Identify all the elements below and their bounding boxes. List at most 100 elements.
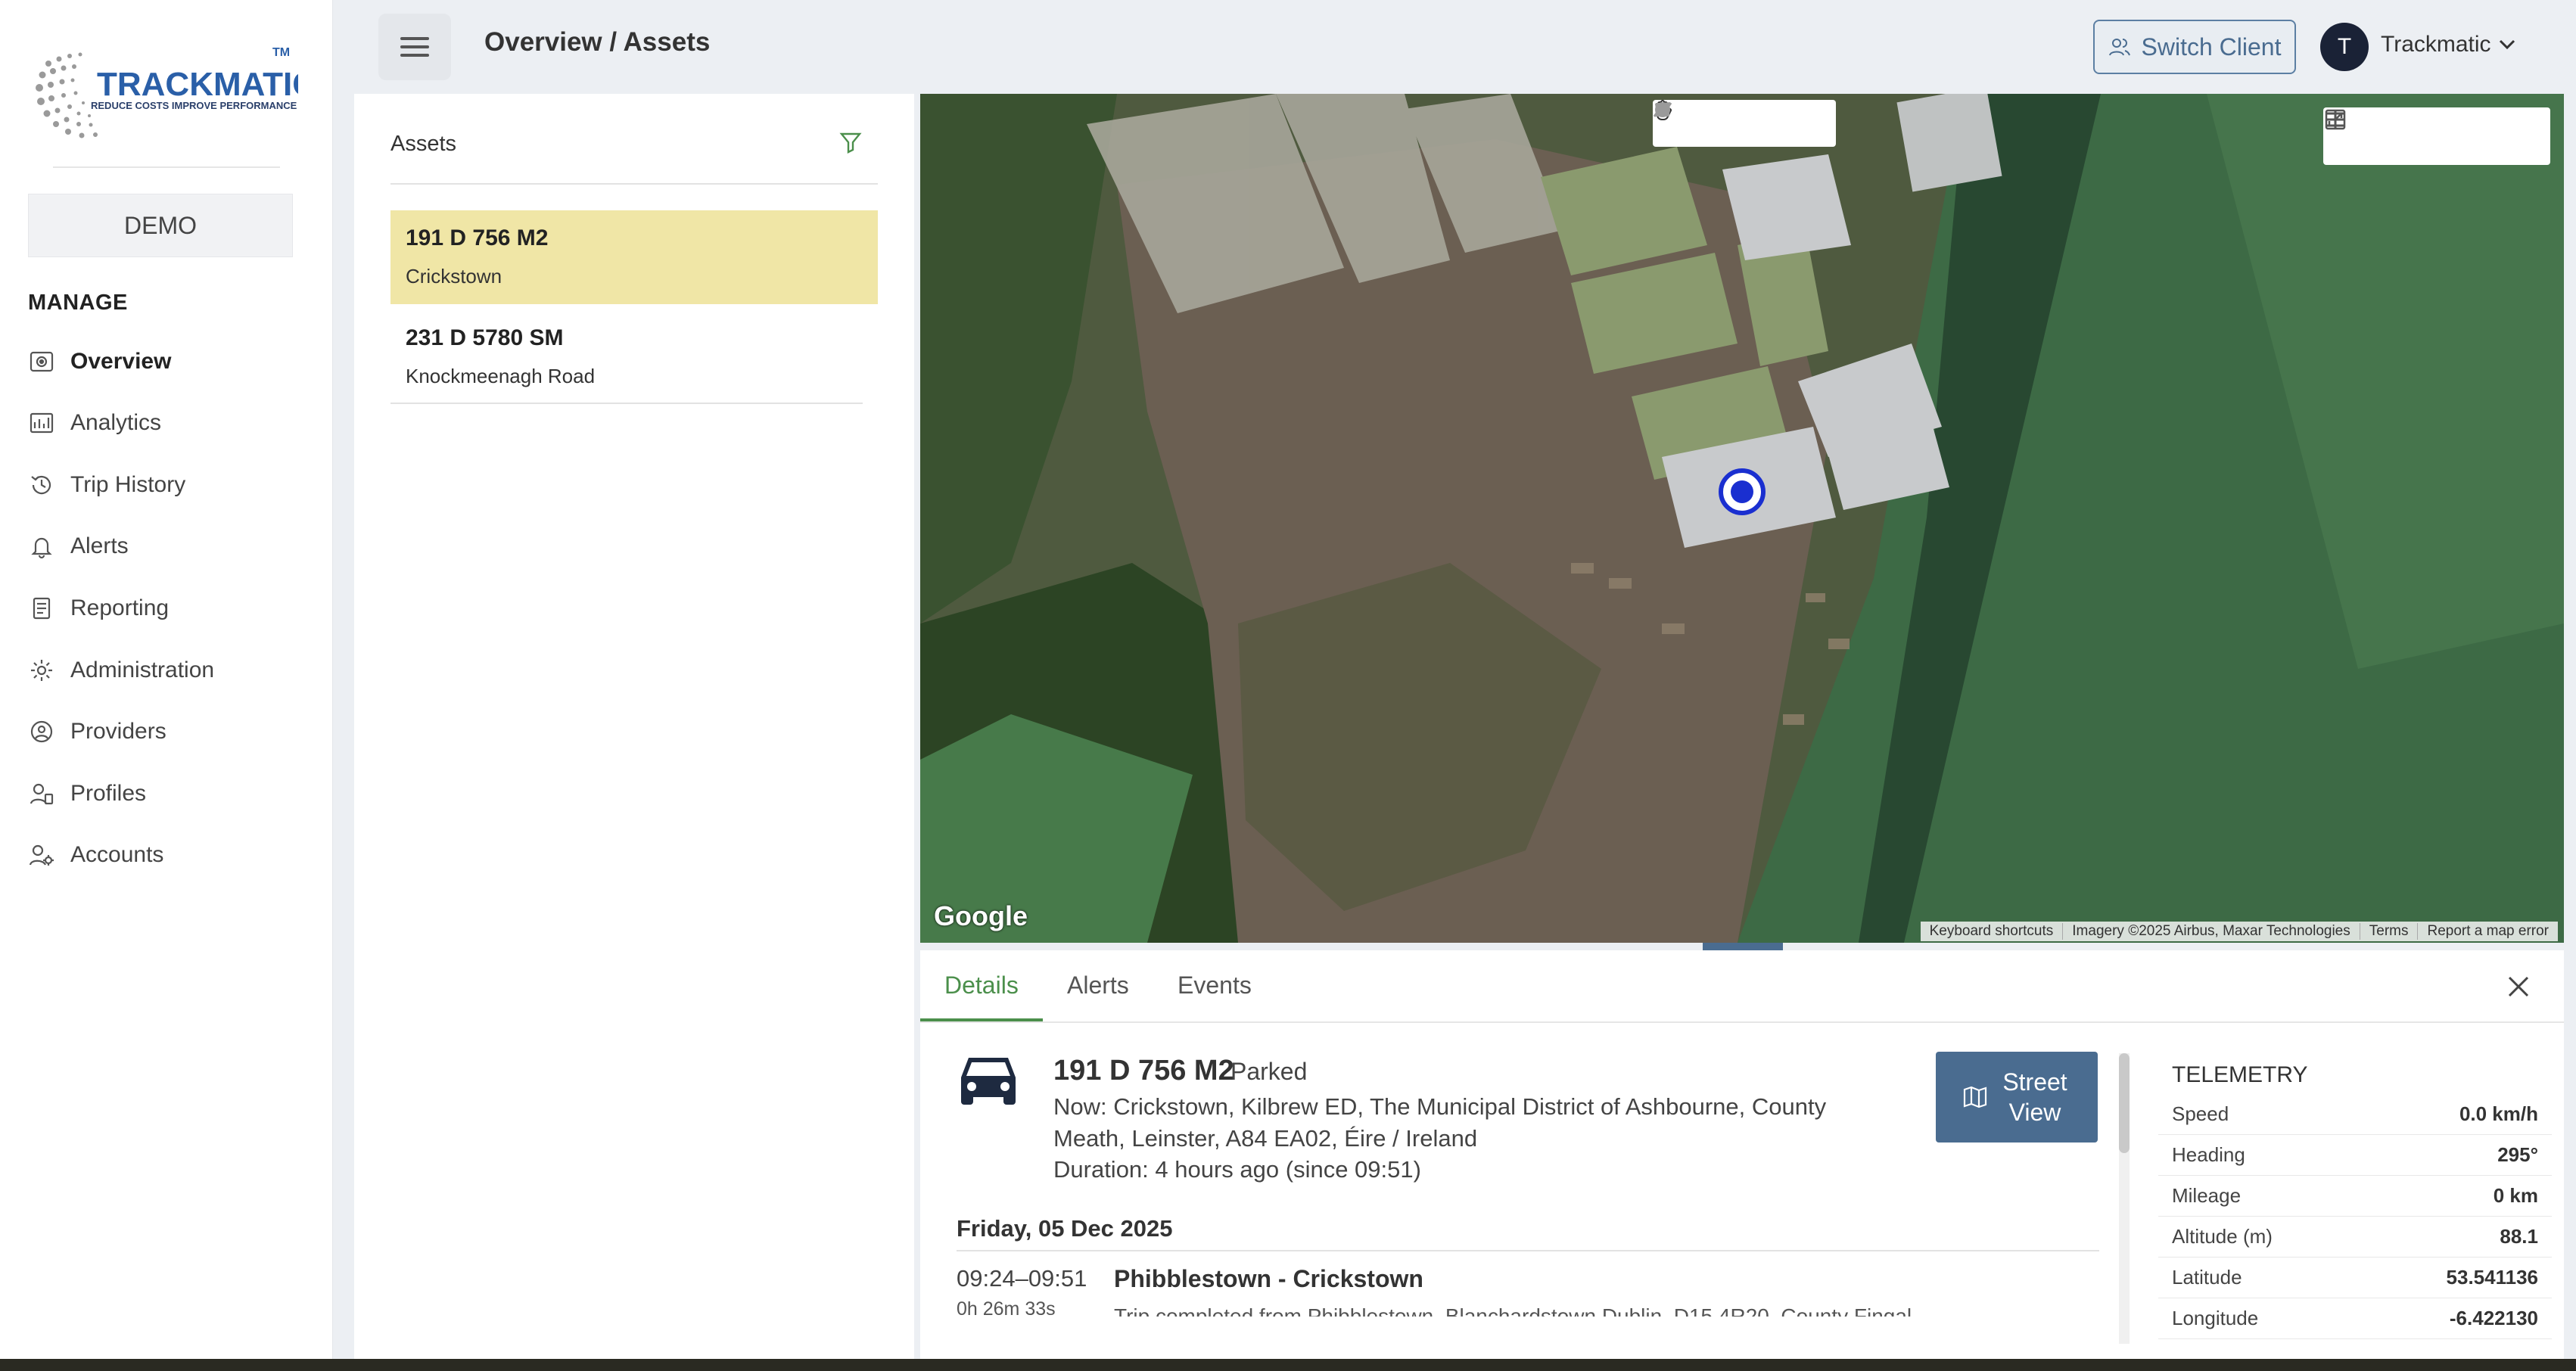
street-view-label: Street View [2002, 1068, 2067, 1126]
history-icon [28, 471, 55, 499]
menu-toggle-button[interactable] [378, 14, 451, 80]
imagery-credit: Imagery ©2025 Airbus, Maxar Technologies [2062, 923, 2359, 940]
line-tool-icon[interactable] [1653, 102, 1792, 137]
profile-icon [28, 780, 55, 807]
svg-text:TM: TM [272, 46, 290, 59]
trip-title[interactable]: Phibblestown - Crickstown [1114, 1265, 1423, 1293]
fullscreen-icon[interactable] [2325, 109, 2484, 155]
keyboard-shortcuts-link[interactable]: Keyboard shortcuts [1921, 923, 2063, 940]
telemetry-value: 53.541136 [2446, 1266, 2538, 1289]
sidebar-item-label: Profiles [70, 781, 147, 806]
sidebar-item-trip-history[interactable]: Trip History [28, 462, 185, 508]
map-view[interactable]: Google Keyboard shortcuts Imagery ©2025 … [920, 94, 2564, 943]
overview-icon [28, 348, 55, 375]
rectangle-tool-icon[interactable] [1656, 103, 1826, 137]
sidebar-item-label: Providers [70, 719, 166, 744]
filter-icon[interactable] [838, 130, 863, 158]
tab-events[interactable]: Events [1178, 972, 1252, 999]
trackmatic-logo: TRACKMATIC TM REDUCE COSTS IMPROVE PERFO… [26, 33, 316, 154]
details-tabs: Details Alerts Events [920, 950, 2564, 1023]
details-scrollbar[interactable] [2119, 1053, 2130, 1344]
terms-link[interactable]: Terms [2359, 923, 2418, 940]
report-error-link[interactable]: Report a map error [2417, 923, 2558, 940]
asset-name: 231 D 5780 SM [406, 325, 564, 350]
sidebar-item-reporting[interactable]: Reporting [28, 586, 169, 631]
user-name[interactable]: Trackmatic [2381, 32, 2491, 58]
avatar[interactable]: T [2320, 23, 2369, 71]
switch-client-button[interactable]: Switch Client [2093, 20, 2296, 74]
telemetry-label: Speed [2172, 1102, 2229, 1125]
zoom-out-icon[interactable] [2327, 117, 2428, 155]
client-name[interactable]: DEMO [28, 194, 293, 257]
scrollbar-thumb[interactable] [2119, 1053, 2130, 1153]
asset-marker-dot [1731, 480, 1753, 503]
gear-icon [28, 657, 55, 684]
analytics-icon [28, 409, 55, 437]
telemetry-label: Longitude [2172, 1307, 2259, 1329]
trip-description: Trip completed from Phibblestown, Blanch… [1114, 1304, 1912, 1317]
sidebar-item-administration[interactable]: Administration [28, 648, 214, 693]
telemetry-value: 0.0 km/h [2459, 1102, 2538, 1125]
drawing-toolbar [1653, 100, 1836, 147]
users-icon [2108, 39, 2130, 56]
assets-panel: Assets 191 D 756 M2 Crickstown 231 D 578… [354, 94, 914, 1359]
sidebar-item-analytics[interactable]: Analytics [28, 400, 161, 446]
telemetry-row-longitude: Longitude -6.422130 [2158, 1298, 2552, 1339]
status-badge: Parked [1230, 1058, 1308, 1085]
tab-alerts[interactable]: Alerts [1067, 972, 1129, 999]
sidebar-item-alerts[interactable]: Alerts [28, 524, 129, 569]
tab-details[interactable]: Details [944, 972, 1019, 999]
telemetry-value: 295° [2497, 1143, 2538, 1166]
current-address: Now: Crickstown, Kilbrew ED, The Municip… [1053, 1093, 1827, 1152]
map-icon [1963, 1086, 1987, 1108]
panel-resize-handle[interactable] [1703, 943, 1783, 950]
sidebar-item-label: Reporting [70, 595, 170, 620]
trip-time: 09:24–09:51 [957, 1265, 1087, 1292]
sidebar-item-label: Alerts [70, 533, 129, 558]
satellite-imagery [920, 94, 2564, 943]
telemetry-row-speed: Speed 0.0 km/h [2158, 1094, 2552, 1135]
asset-location: Knockmeenagh Road [406, 365, 596, 387]
car-icon [955, 1050, 1022, 1115]
google-logo: Google [934, 900, 1028, 931]
sidebar-item-label: Accounts [70, 842, 164, 867]
map-attribution: Keyboard shortcuts Imagery ©2025 Airbus,… [1920, 922, 2558, 941]
asset-row[interactable]: 191 D 756 M2 Crickstown [390, 210, 878, 304]
trip-duration: 0h 26m 33s [957, 1298, 1056, 1317]
sidebar-item-label: Analytics [70, 410, 162, 435]
sidebar-item-overview[interactable]: Overview [28, 339, 171, 384]
parked-duration: Duration: 4 hours ago (since 09:51) [1053, 1156, 1421, 1183]
sidebar-item-label: Administration [70, 658, 215, 682]
active-tab-indicator [920, 1018, 1043, 1021]
telemetry-value: 0 km [2493, 1184, 2538, 1207]
asset-row[interactable]: 231 D 5780 SM Knockmeenagh Road [390, 310, 863, 404]
circle-tool-icon[interactable] [1655, 102, 1724, 137]
assets-divider [390, 183, 878, 185]
svg-text:TRACKMATIC: TRACKMATIC [97, 66, 298, 103]
layers-menu-icon[interactable] [2326, 112, 2541, 155]
telemetry-row-heading: Heading 295° [2158, 1135, 2552, 1176]
asset-location: Crickstown [406, 265, 502, 288]
assets-title: Assets [390, 132, 457, 156]
telemetry-label: Mileage [2172, 1184, 2242, 1207]
switch-client-label: Switch Client [2141, 33, 2282, 61]
bottom-edge [0, 1359, 2576, 1371]
close-icon[interactable] [2505, 973, 2532, 1004]
sidebar-item-providers[interactable]: Providers [28, 709, 166, 754]
asset-name: 191 D 756 M2 [406, 225, 549, 250]
telemetry-title: TELEMETRY [2172, 1062, 2308, 1087]
sidebar-item-accounts[interactable]: Accounts [28, 832, 163, 878]
breadcrumb: Overview / Assets [484, 27, 711, 57]
sidebar-item-profiles[interactable]: Profiles [28, 771, 146, 816]
chevron-down-icon[interactable] [2496, 33, 2518, 60]
accounts-icon [28, 841, 55, 869]
telemetry-label: Latitude [2172, 1266, 2242, 1289]
polygon-tool-icon[interactable] [1655, 102, 1758, 137]
sidebar-item-label: Trip History [70, 472, 186, 497]
date-divider [957, 1250, 2099, 1251]
street-view-button[interactable]: Street View [1936, 1052, 2098, 1142]
logo-divider [53, 166, 280, 168]
telemetry-row-latitude: Latitude 53.541136 [2158, 1258, 2552, 1298]
trip-date-header: Friday, 05 Dec 2025 [957, 1215, 1173, 1242]
telemetry-panel: TELEMETRY Speed 0.0 km/h Heading 295° Mile… [2158, 1053, 2552, 1351]
